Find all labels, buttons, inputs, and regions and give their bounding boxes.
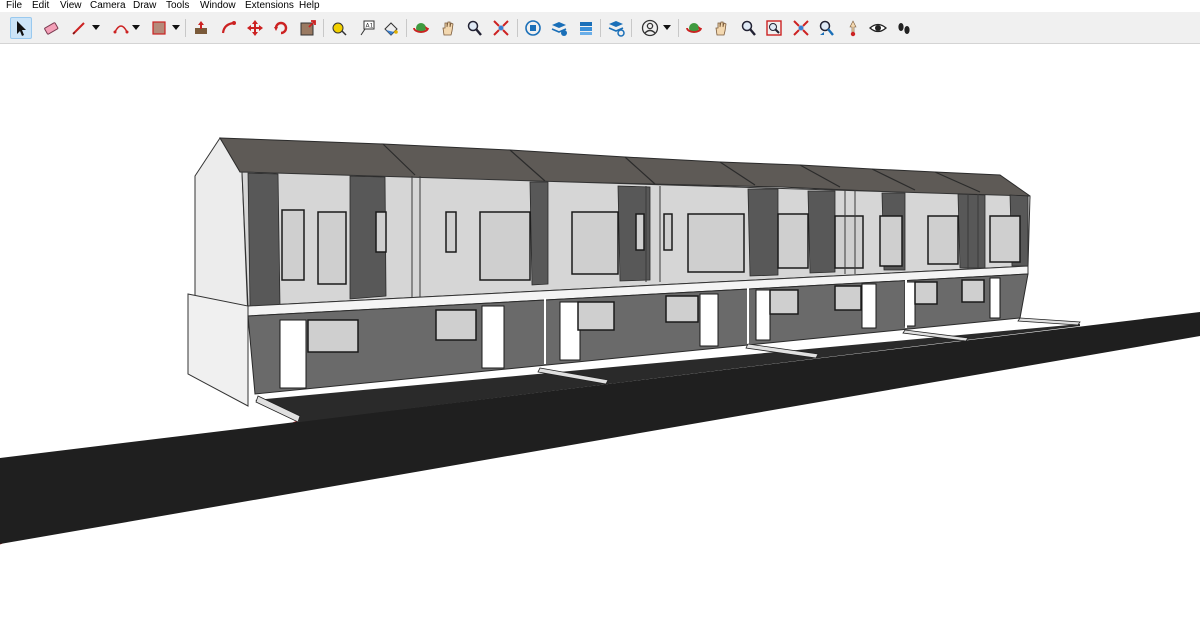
extension-warehouse-tool-button[interactable] xyxy=(548,17,570,39)
extension-manager-tool-button[interactable] xyxy=(605,17,627,39)
toolbar-separator xyxy=(323,19,324,37)
rotate-icon xyxy=(274,21,288,35)
previous-view-tool-button[interactable] xyxy=(815,17,837,39)
eraser-tool-button[interactable] xyxy=(40,17,62,39)
3d-warehouse-icon xyxy=(525,20,541,36)
orbit-tool-button[interactable] xyxy=(410,17,432,39)
pencil-line-icon xyxy=(72,22,85,35)
menu-edit[interactable]: Edit xyxy=(32,0,49,12)
zoom-tool-button[interactable] xyxy=(737,17,759,39)
pencil-line-tool-button[interactable] xyxy=(68,17,90,39)
zoom-extents-tool-button[interactable] xyxy=(490,17,512,39)
menu-tools[interactable]: Tools xyxy=(166,0,189,12)
pan-hand-icon xyxy=(715,21,727,36)
account-icon xyxy=(641,19,659,37)
orbit-icon xyxy=(686,23,702,33)
arc-tool-button[interactable] xyxy=(110,17,132,39)
toolbar-separator xyxy=(517,19,518,37)
svg-text:A1: A1 xyxy=(366,23,374,30)
orbit-icon xyxy=(413,23,429,33)
model-scene[interactable] xyxy=(0,44,1200,632)
scale-icon xyxy=(300,20,316,36)
dropdown-arrow-icon[interactable] xyxy=(92,17,100,39)
3d-warehouse-tool-button[interactable] xyxy=(522,17,544,39)
zoom-window-icon xyxy=(766,20,782,36)
layout-icon xyxy=(580,22,592,35)
rectangle-shape-tool-button[interactable] xyxy=(148,17,170,39)
pan-hand-icon xyxy=(442,21,454,36)
account-tool-button[interactable] xyxy=(639,17,661,39)
zoom-window-tool-button[interactable] xyxy=(763,17,785,39)
zoom-extents-icon xyxy=(493,20,509,36)
zoom-icon xyxy=(741,20,756,36)
move-icon xyxy=(247,20,263,36)
pan-hand-tool-button[interactable] xyxy=(710,17,732,39)
menu-window[interactable]: Window xyxy=(200,0,236,12)
paint-bucket-icon xyxy=(384,22,398,36)
toolbar-separator xyxy=(406,19,407,37)
dropdown-arrow-icon[interactable] xyxy=(172,17,180,39)
menu-help[interactable]: Help xyxy=(299,0,320,12)
orbit-tool-button[interactable] xyxy=(683,17,705,39)
menu-bar: File Edit View Camera Draw Tools Window Extensi… xyxy=(0,0,1200,12)
extension-manager-icon xyxy=(608,21,625,37)
tape-measure-tool-button[interactable] xyxy=(328,17,350,39)
zoom-extents-icon xyxy=(793,20,809,36)
toolbar-separator xyxy=(631,19,632,37)
rotate-tool-button[interactable] xyxy=(270,17,292,39)
follow-me-icon xyxy=(221,21,236,34)
position-camera-tool-button[interactable] xyxy=(842,17,864,39)
menu-file[interactable]: File xyxy=(6,0,22,12)
push-pull-icon xyxy=(195,21,207,34)
layout-tool-button[interactable] xyxy=(575,17,597,39)
text-icon: A1 xyxy=(360,20,375,36)
push-pull-tool-button[interactable] xyxy=(190,17,212,39)
menu-view[interactable]: View xyxy=(60,0,82,12)
follow-me-tool-button[interactable] xyxy=(218,17,240,39)
rectangle-shape-icon xyxy=(152,21,166,35)
menu-camera[interactable]: Camera xyxy=(90,0,126,12)
ground-floor-side-wall xyxy=(187,293,249,407)
scale-tool-button[interactable] xyxy=(297,17,319,39)
move-tool-button[interactable] xyxy=(244,17,266,39)
look-around-eye-icon xyxy=(869,23,887,33)
zoom-icon xyxy=(467,20,482,36)
position-camera-icon xyxy=(849,20,857,37)
drawing-viewport[interactable] xyxy=(0,44,1200,632)
pan-hand-tool-button[interactable] xyxy=(437,17,459,39)
extension-warehouse-icon xyxy=(551,22,567,36)
dropdown-arrow-icon[interactable] xyxy=(663,17,671,39)
walk-footprints-tool-button[interactable] xyxy=(893,17,915,39)
dropdown-arrow-icon[interactable] xyxy=(132,17,140,39)
eraser-icon xyxy=(44,22,59,35)
zoom-extents-tool-button[interactable] xyxy=(790,17,812,39)
select-arrow-tool-button[interactable] xyxy=(10,17,32,39)
toolbar-separator xyxy=(678,19,679,37)
tape-measure-icon xyxy=(332,22,347,36)
main-toolbar: A1 xyxy=(0,12,1200,44)
select-arrow-icon xyxy=(17,21,26,36)
paint-bucket-tool-button[interactable] xyxy=(380,17,402,39)
previous-view-icon xyxy=(819,20,834,36)
zoom-tool-button[interactable] xyxy=(463,17,485,39)
text-tool-button[interactable]: A1 xyxy=(356,17,378,39)
menu-draw[interactable]: Draw xyxy=(133,0,156,12)
walk-footprints-icon xyxy=(898,23,910,34)
arc-icon xyxy=(113,25,129,34)
toolbar-separator xyxy=(600,19,601,37)
menu-extensions[interactable]: Extensions xyxy=(245,0,294,12)
toolbar-separator xyxy=(185,19,186,37)
look-around-eye-tool-button[interactable] xyxy=(867,17,889,39)
